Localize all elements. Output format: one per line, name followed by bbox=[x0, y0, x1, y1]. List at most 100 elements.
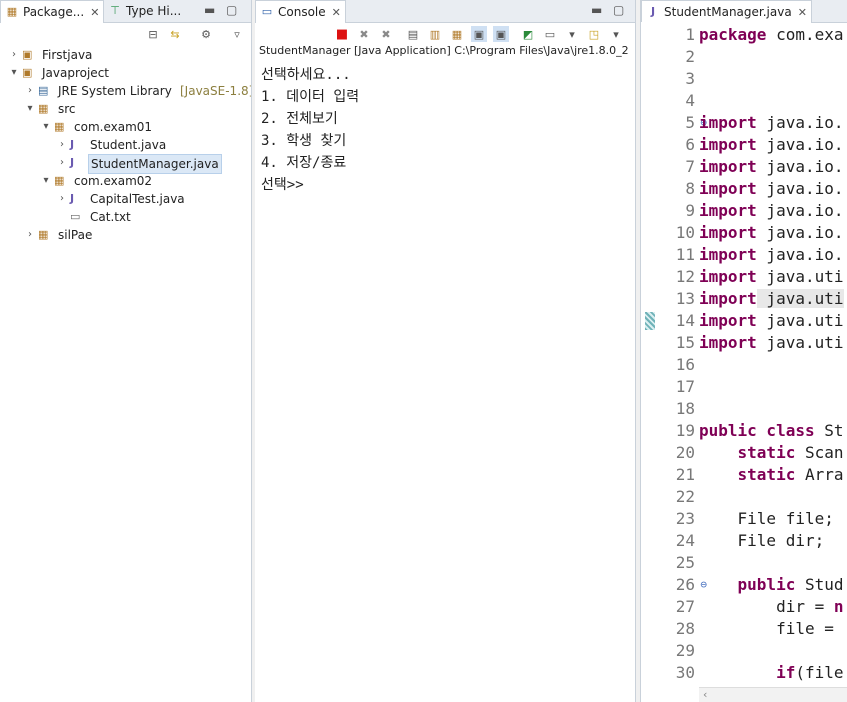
console-output[interactable]: 선택하세요... 1. 데이터 입력 2. 전체보기 3. 학생 찾기 4. 저장/종료… bbox=[261, 64, 359, 196]
open-console-icon[interactable]: ◳ bbox=[586, 26, 602, 42]
line-number-text: 17 bbox=[675, 377, 695, 396]
line-number: 27 bbox=[659, 596, 697, 618]
code-area[interactable]: package com.exa import java.io. import jav… bbox=[699, 24, 847, 684]
chevron-down-icon[interactable]: ▾ bbox=[40, 118, 52, 136]
tree-item-label: silPae bbox=[58, 228, 93, 242]
clear-console-icon[interactable]: ▤ bbox=[405, 26, 421, 42]
horizontal-scrollbar[interactable]: ‹ bbox=[699, 687, 847, 702]
minimize-icon[interactable]: ▬ bbox=[204, 3, 215, 17]
line-number: 28 bbox=[659, 618, 697, 640]
remove-all-terminated-icon[interactable]: ✖ bbox=[378, 26, 394, 42]
tab-package-explorer[interactable]: ▦ Package... ✕ bbox=[0, 0, 105, 23]
tab-type-hierarchy-label: Type Hi... bbox=[126, 4, 182, 18]
tree-item[interactable]: › ▤ JRE System Library [JavaSE-1.8] bbox=[0, 82, 251, 100]
tab-type-hierarchy[interactable]: ⊤ Type Hi... bbox=[104, 0, 185, 22]
code-keyword: import bbox=[699, 135, 757, 154]
tree-item[interactable]: › J StudentManager.java bbox=[0, 154, 251, 174]
code-line: File dir; bbox=[699, 530, 847, 552]
code-text: java.uti bbox=[756, 333, 844, 352]
chevron-down-icon[interactable]: ▾ bbox=[24, 100, 36, 118]
filter-icon[interactable]: ⚙ bbox=[198, 26, 214, 42]
view-menu-icon[interactable]: ▿ bbox=[229, 26, 245, 42]
line-number-text: 5 bbox=[685, 113, 695, 132]
code-line: import java.uti bbox=[699, 310, 847, 332]
chevron-right-icon[interactable]: › bbox=[24, 82, 36, 100]
console-launch-label: StudentManager [Java Application] C:\Pro… bbox=[259, 44, 629, 57]
chevron-right-icon[interactable]: › bbox=[56, 190, 68, 208]
line-number-text: 27 bbox=[675, 597, 695, 616]
tree-item-label: com.exam01 bbox=[74, 120, 153, 134]
tab-console[interactable]: ▭ Console ✕ bbox=[255, 0, 346, 23]
word-wrap-icon[interactable]: ▦ bbox=[449, 26, 465, 42]
code-line: package com.exa bbox=[699, 24, 847, 46]
show-on-error-icon[interactable]: ▣ bbox=[493, 26, 509, 42]
close-icon[interactable]: ✕ bbox=[798, 6, 807, 19]
close-icon[interactable]: ✕ bbox=[332, 6, 341, 19]
line-number: 17 bbox=[659, 376, 697, 398]
chevron-right-icon[interactable]: › bbox=[56, 154, 68, 172]
line-number: 9 bbox=[659, 200, 697, 222]
tree-item-label: Firstjava bbox=[42, 48, 93, 62]
line-number: 13 bbox=[659, 288, 697, 310]
code-line: static Arra bbox=[699, 464, 847, 486]
line-number-text: 20 bbox=[675, 443, 695, 462]
line-number: 2 bbox=[659, 46, 697, 68]
editor-view: J StudentManager.java ✕ 1 2 3 4 5 ⊖ 6 7 8 9 10 11 12… bbox=[640, 0, 847, 702]
display-console-icon[interactable]: ▭ bbox=[542, 26, 558, 42]
java-file-icon: J bbox=[650, 5, 656, 18]
tree-item-label: Javaproject bbox=[42, 66, 109, 80]
line-number-text: 25 bbox=[675, 553, 695, 572]
line-number-text: 6 bbox=[685, 135, 695, 154]
tree-item[interactable]: › ▣ Firstjava bbox=[0, 46, 251, 64]
tree-item-label: Student.java bbox=[90, 138, 167, 152]
chevron-right-icon[interactable]: › bbox=[56, 136, 68, 154]
code-keyword: import bbox=[699, 289, 757, 308]
code-text: java.uti bbox=[756, 267, 844, 286]
code-text: java.io. bbox=[756, 223, 844, 242]
chevron-down-icon[interactable]: ▾ bbox=[40, 172, 52, 190]
line-number: 12 bbox=[659, 266, 697, 288]
link-with-editor-icon[interactable]: ⇆ bbox=[167, 26, 183, 42]
tab-student-manager[interactable]: J StudentManager.java ✕ bbox=[641, 0, 812, 23]
package-icon: ▦ bbox=[54, 120, 65, 133]
pin-console-icon[interactable]: ◩ bbox=[520, 26, 536, 42]
chevron-down-icon[interactable]: ▾ bbox=[608, 26, 624, 42]
tab-student-manager-label: StudentManager.java bbox=[664, 5, 792, 19]
code-text: java.io. bbox=[756, 179, 844, 198]
line-number: 29 bbox=[659, 640, 697, 662]
tree-item[interactable]: ▾ ▦ com.exam02 bbox=[0, 172, 251, 190]
chevron-right-icon[interactable]: › bbox=[24, 226, 36, 244]
chevron-down-icon[interactable]: ▾ bbox=[564, 26, 580, 42]
collapse-all-icon[interactable]: ⊟ bbox=[145, 26, 161, 42]
console-toolbar: ■ ✖ ✖ ▤ ▥ ▦ ▣ ▣ ◩ ▭ ▾ ◳ ▾ bbox=[331, 24, 627, 44]
package-icon: ▦ bbox=[38, 228, 49, 241]
maximize-icon[interactable]: ▢ bbox=[613, 3, 624, 17]
remove-launch-icon[interactable]: ✖ bbox=[356, 26, 372, 42]
minimize-icon[interactable]: ▬ bbox=[591, 3, 602, 17]
project-icon: ▣ bbox=[22, 48, 33, 61]
terminate-icon[interactable]: ■ bbox=[334, 26, 350, 42]
show-on-output-icon[interactable]: ▣ bbox=[471, 26, 487, 42]
maximize-icon[interactable]: ▢ bbox=[226, 3, 237, 17]
line-number-text: 30 bbox=[675, 663, 695, 682]
line-number-text: 4 bbox=[685, 91, 695, 110]
tree-item[interactable]: ▾ ▦ com.exam01 bbox=[0, 118, 251, 136]
line-number: 21 bbox=[659, 464, 697, 486]
scroll-left-icon[interactable]: ‹ bbox=[703, 688, 707, 701]
chevron-right-icon[interactable]: › bbox=[8, 46, 20, 64]
close-icon[interactable]: ✕ bbox=[90, 6, 99, 19]
tree-item[interactable]: › ▦ silPae bbox=[0, 226, 251, 244]
tree-item[interactable]: ▾ ▣ Javaproject bbox=[0, 64, 251, 82]
annotation-ruler bbox=[641, 22, 659, 702]
tree-item[interactable]: › J CapitalTest.java bbox=[0, 190, 251, 208]
tree-item[interactable]: ▭ Cat.txt bbox=[0, 208, 251, 226]
tree-item[interactable]: › J Student.java bbox=[0, 136, 251, 154]
chevron-down-icon[interactable]: ▾ bbox=[8, 64, 20, 82]
scroll-lock-icon[interactable]: ▥ bbox=[427, 26, 443, 42]
code-line: import java.io. bbox=[699, 222, 847, 244]
tree-item[interactable]: ▾ ▦ src bbox=[0, 100, 251, 118]
